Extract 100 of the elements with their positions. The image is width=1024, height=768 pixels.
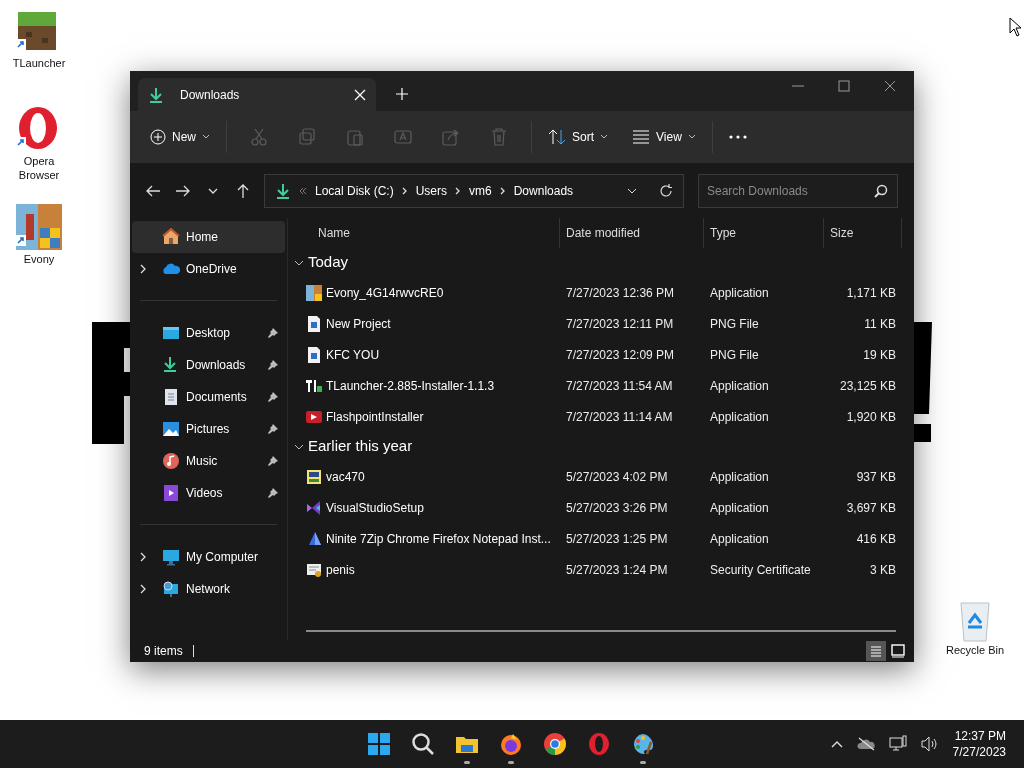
column-header[interactable]: Size xyxy=(824,218,902,248)
up-icon[interactable] xyxy=(236,184,250,198)
file-name[interactable]: FlashpointInstaller xyxy=(326,407,424,426)
sidebar-item[interactable]: OneDrive xyxy=(132,253,285,285)
size-cell-text: 937 KB xyxy=(855,468,897,486)
chevron-right-icon[interactable] xyxy=(140,552,146,562)
icon-label: TLauncher xyxy=(12,56,66,70)
file-name[interactable]: KFC YOU xyxy=(326,345,380,364)
path-segment[interactable]: Local Disk (C:) xyxy=(315,182,394,200)
new-tab-icon[interactable] xyxy=(396,88,408,100)
sidebar-item[interactable]: Music xyxy=(132,445,285,477)
type-cell-text: Application xyxy=(709,530,770,548)
caret-icon xyxy=(600,134,609,140)
sidebar-item[interactable]: Videos xyxy=(132,477,285,509)
path-segment[interactable]: Downloads xyxy=(513,182,574,200)
download-icon xyxy=(148,86,164,103)
sidebar-item[interactable]: Documents xyxy=(132,381,285,413)
video-icon xyxy=(162,484,180,502)
column-header[interactable]: Date modified xyxy=(560,218,704,248)
start-icon[interactable] xyxy=(367,732,391,756)
sidebar-item[interactable]: Downloads xyxy=(132,349,285,381)
launcher-icon xyxy=(306,377,322,394)
cloud-off-icon[interactable] xyxy=(856,737,875,751)
back-icon[interactable] xyxy=(146,184,160,198)
group-header[interactable]: Today xyxy=(288,248,914,277)
type-cell-text: Application xyxy=(709,499,770,517)
path-segment[interactable]: vm6 xyxy=(469,182,492,200)
file-name[interactable]: penis xyxy=(326,560,355,579)
maximize-icon[interactable] xyxy=(838,80,850,92)
group-header[interactable]: Earlier this year xyxy=(288,432,914,461)
sidebar-item[interactable]: My Computer xyxy=(132,541,285,573)
chevron-down-icon[interactable] xyxy=(627,188,637,194)
item-count: 9 items xyxy=(144,643,183,660)
file-name[interactable]: Evony_4G14rwvcRE0 xyxy=(326,283,444,302)
file-name[interactable]: vac470 xyxy=(326,467,365,486)
installer-icon xyxy=(306,468,322,485)
infinity-icon xyxy=(306,499,322,516)
home-icon xyxy=(162,228,180,246)
sidebar-item[interactable]: Desktop xyxy=(132,317,285,349)
chevron-right-icon[interactable] xyxy=(140,584,146,594)
network-icon[interactable] xyxy=(888,735,907,753)
file-name[interactable]: Ninite 7Zip Chrome Firefox Notepad Inst... xyxy=(326,529,551,548)
file-name[interactable]: New Project xyxy=(326,314,391,333)
more-icon[interactable] xyxy=(728,135,747,139)
image-file-icon xyxy=(306,315,322,332)
scrollbar[interactable] xyxy=(306,630,896,632)
date-cell-text: 7/27/2023 11:14 AM xyxy=(565,408,674,426)
sidebar-item[interactable]: Home xyxy=(132,221,285,253)
chevron-down-icon[interactable] xyxy=(294,259,304,266)
chrome-icon[interactable] xyxy=(543,732,567,756)
sidebar-item[interactable]: Pictures xyxy=(132,413,285,445)
size-cell-text: 3 KB xyxy=(869,561,897,579)
column-header[interactable]: Type xyxy=(704,218,824,248)
view-button[interactable]: View xyxy=(624,122,704,152)
type-cell-text: Application xyxy=(709,377,770,395)
size-cell-text: 416 KB xyxy=(855,530,897,548)
close-icon[interactable] xyxy=(884,80,896,92)
column-header[interactable]: Name xyxy=(288,218,560,248)
volume-icon[interactable] xyxy=(920,736,939,752)
file-name[interactable]: TLauncher-2.885-Installer-1.1.3 xyxy=(326,376,495,395)
game-icon[interactable] xyxy=(14,202,64,252)
sort-button[interactable]: Sort xyxy=(540,122,617,152)
chevron-right-icon xyxy=(455,187,462,195)
file-name[interactable]: VisualStudioSetup xyxy=(326,498,424,517)
chevron-down-icon[interactable] xyxy=(294,443,304,450)
palette-icon[interactable] xyxy=(631,732,655,756)
download-icon xyxy=(275,183,291,199)
image-file-icon xyxy=(306,346,322,363)
chevrons-icon xyxy=(299,187,307,195)
address-bar[interactable]: Local Disk (C:) Users vm6 Downloads xyxy=(264,174,684,208)
opera-icon[interactable] xyxy=(587,732,611,756)
size-cell-text: 3,697 KB xyxy=(845,499,897,517)
caret-icon xyxy=(202,134,210,140)
caret-icon xyxy=(687,134,696,140)
picture-icon xyxy=(162,420,180,438)
forward-icon[interactable] xyxy=(176,184,190,198)
search-icon[interactable] xyxy=(411,732,435,756)
new-button[interactable]: New xyxy=(142,122,218,152)
refresh-icon[interactable] xyxy=(659,184,673,198)
details-view-icon[interactable] xyxy=(868,643,884,659)
chevron-up-icon[interactable] xyxy=(830,740,843,748)
game-icon xyxy=(306,284,322,301)
icon-label: Recycle Bin xyxy=(945,643,1005,657)
icon-label: Evony xyxy=(23,252,55,266)
chevron-right-icon[interactable] xyxy=(140,264,146,274)
type-cell-text: PNG File xyxy=(709,315,760,333)
sort-icon xyxy=(548,129,566,145)
tab[interactable]: Downloads xyxy=(138,78,376,111)
clock[interactable]: 12:37 PM 7/27/2023 xyxy=(952,728,1006,760)
sidebar-item[interactable]: Network xyxy=(132,573,285,605)
path-segment[interactable]: Users xyxy=(415,182,448,200)
date-cell-text: 5/27/2023 4:02 PM xyxy=(565,468,669,486)
play-icon xyxy=(306,408,322,425)
firefox-icon[interactable] xyxy=(499,732,523,756)
tiles-view-icon[interactable] xyxy=(890,643,906,659)
search-field[interactable]: Search Downloads xyxy=(698,174,898,208)
type-cell-text: PNG File xyxy=(709,346,760,364)
type-cell-text: Security Certificate xyxy=(709,561,812,579)
document-icon xyxy=(162,388,180,406)
icon-label: Opera Browser xyxy=(17,154,61,182)
